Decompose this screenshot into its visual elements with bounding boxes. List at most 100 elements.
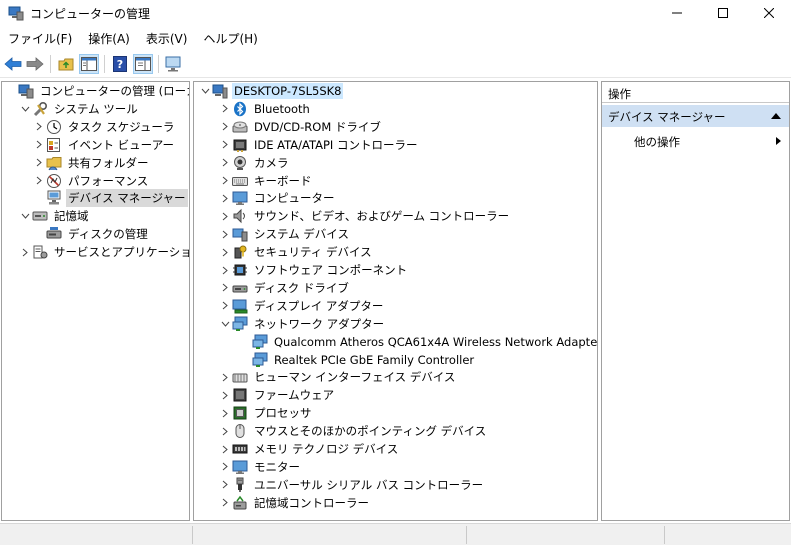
forward-button[interactable] [25, 54, 45, 74]
device-tree-item-item-5[interactable]: キーボード [218, 172, 314, 190]
up-folder-button[interactable] [56, 54, 76, 74]
device-tree-item-item-23[interactable]: 記憶域コントローラー [218, 494, 371, 512]
close-button[interactable] [746, 0, 791, 26]
tree-item-label: ヒューマン インターフェイス デバイス [254, 370, 456, 385]
show-hide-console-tree-button[interactable] [79, 54, 99, 74]
device-tree-item-desktop-7sl5sk8[interactable]: DESKTOP-7SL5SK8 [198, 82, 344, 100]
console-tree-pane[interactable]: コンピューターの管理 (ローカル) システム ツールタスク スケジューライベント … [1, 81, 190, 521]
device-tree-item-item-12[interactable]: ディスプレイ アダプター [218, 297, 385, 315]
menu-file[interactable]: ファイル(F) [0, 27, 80, 49]
expand-chevron-icon[interactable] [218, 120, 232, 134]
device-tree-item-item-21[interactable]: モニター [218, 458, 302, 476]
device-tree-item-dvd-cd-rom[interactable]: DVD/CD-ROM ドライブ [218, 118, 383, 136]
back-button[interactable] [3, 54, 23, 74]
expand-chevron-icon[interactable] [218, 406, 232, 420]
software-component-icon [232, 262, 248, 278]
collapse-up-icon[interactable] [771, 113, 781, 119]
menu-help[interactable]: ヘルプ(H) [195, 27, 265, 49]
expand-chevron-icon[interactable] [18, 245, 32, 259]
device-tree-item-item-8[interactable]: システム デバイス [218, 225, 351, 243]
device-tree-item-ide-ata-atapi[interactable]: IDE ATA/ATAPI コントローラー [218, 136, 419, 154]
device-tree-item-item-19[interactable]: マウスとそのほかのポインティング デバイス [218, 422, 488, 440]
collapse-chevron-icon[interactable] [18, 209, 32, 223]
expand-chevron-icon[interactable] [218, 245, 232, 259]
expand-chevron-icon[interactable] [218, 478, 232, 492]
expand-chevron-icon[interactable] [218, 388, 232, 402]
expand-chevron-icon[interactable] [32, 138, 46, 152]
firmware-icon [232, 387, 248, 403]
device-tree-item-item-9[interactable]: セキュリティ デバイス [218, 243, 374, 261]
console-tree-item-item-0[interactable]: コンピューターの管理 (ローカル) [4, 82, 189, 100]
tree-item-label: キーボード [254, 173, 312, 188]
submenu-arrow-icon[interactable] [776, 137, 781, 145]
device-tree-item-qualcomm-atheros-qca61x4a-wireless-network-adapter[interactable]: Qualcomm Atheros QCA61x4A Wireless Netwo… [238, 333, 597, 351]
console-tree-item-item-9[interactable]: サービスとアプリケーション [18, 243, 189, 261]
expand-chevron-icon[interactable] [218, 281, 232, 295]
more-actions-item[interactable]: 他の操作 [634, 134, 680, 150]
device-tree-item-item-18[interactable]: プロセッサ [218, 404, 314, 422]
console-tree-item-item-6[interactable]: デバイス マネージャー [32, 189, 188, 208]
bluetooth-icon [232, 101, 248, 117]
device-tree-item-item-20[interactable]: メモリ テクノロジ デバイス [218, 440, 400, 458]
console-tree-item-item-1[interactable]: システム ツール [18, 100, 140, 118]
expand-chevron-icon[interactable] [32, 174, 46, 188]
device-tree-item-item-10[interactable]: ソフトウェア コンポーネント [218, 261, 409, 279]
expand-chevron-icon[interactable] [218, 263, 232, 277]
console-tree-item-item-8[interactable]: ディスクの管理 [32, 225, 150, 243]
expand-chevron-icon[interactable] [218, 156, 232, 170]
device-tree-item-item-6[interactable]: コンピューター [218, 189, 337, 207]
device-tree-item-item-16[interactable]: ヒューマン インターフェイス デバイス [218, 368, 457, 386]
device-tree-pane[interactable]: DESKTOP-7SL5SK8 Bluetooth DVD/CD-ROM ドライブ I… [193, 81, 598, 521]
expand-chevron-icon[interactable] [218, 227, 232, 241]
expand-chevron-icon[interactable] [218, 102, 232, 116]
tree-item-label: 記憶域 [54, 209, 89, 224]
tools-icon [32, 101, 48, 117]
title-bar: コンピューターの管理 [0, 0, 791, 26]
expand-chevron-icon[interactable] [218, 496, 232, 510]
console-tree-item-item-7[interactable]: 記憶域 [18, 207, 91, 225]
help-button[interactable]: ? [110, 54, 130, 74]
device-tree-item-realtek-pcie-gbe-family-controller[interactable]: Realtek PCIe GbE Family Controller [238, 351, 476, 369]
device-tree-item-item-22[interactable]: ユニバーサル シリアル バス コントローラー [218, 476, 485, 494]
expand-chevron-icon[interactable] [218, 442, 232, 456]
expand-chevron-icon[interactable] [218, 191, 232, 205]
expand-chevron-icon[interactable] [218, 460, 232, 474]
expand-chevron-icon[interactable] [218, 174, 232, 188]
console-tree-item-item-5[interactable]: パフォーマンス [32, 172, 150, 190]
device-tree-item-item-4[interactable]: カメラ [218, 154, 291, 172]
actions-pane: 操作 デバイス マネージャー 他の操作 [601, 81, 790, 521]
expand-chevron-icon[interactable] [218, 209, 232, 223]
device-tree-item-item-11[interactable]: ディスク ドライブ [218, 279, 351, 297]
menu-action[interactable]: 操作(A) [80, 27, 138, 49]
collapse-chevron-icon[interactable] [198, 84, 212, 98]
expand-chevron-icon[interactable] [32, 120, 46, 134]
device-tree-item-bluetooth[interactable]: Bluetooth [218, 100, 312, 118]
expand-chevron-icon[interactable] [218, 424, 232, 438]
processor-icon [232, 405, 248, 421]
device-tree-item-item-13[interactable]: ネットワーク アダプター [218, 315, 386, 333]
expand-chevron-icon[interactable] [32, 156, 46, 170]
scan-hardware-button[interactable] [164, 54, 184, 74]
actions-section-device-manager[interactable]: デバイス マネージャー [602, 105, 789, 127]
tree-item-label: ユニバーサル シリアル バス コントローラー [254, 477, 484, 492]
expand-chevron-icon[interactable] [218, 370, 232, 384]
console-tree-item-item-4[interactable]: 共有フォルダー [32, 154, 151, 172]
show-hide-action-pane-button[interactable] [133, 54, 153, 74]
tree-item-label: IDE ATA/ATAPI コントローラー [254, 137, 418, 152]
expand-chevron-icon[interactable] [218, 299, 232, 313]
back-arrow-icon [4, 57, 22, 71]
collapse-chevron-icon[interactable] [218, 317, 232, 331]
keyboard-icon [232, 173, 248, 189]
collapse-chevron-icon[interactable] [18, 102, 32, 116]
tree-item-label: コンピューター [254, 191, 335, 206]
console-tree-item-item-2[interactable]: タスク スケジューラ [32, 118, 176, 136]
maximize-button[interactable] [700, 0, 746, 26]
expand-chevron-icon[interactable] [218, 138, 232, 152]
device-tree-item-item-7[interactable]: サウンド、ビデオ、およびゲーム コントローラー [218, 207, 511, 225]
system-device-icon [232, 226, 248, 242]
menu-view[interactable]: 表示(V) [138, 27, 196, 49]
security-device-icon [232, 244, 248, 260]
minimize-button[interactable] [654, 0, 700, 26]
console-tree-item-item-3[interactable]: イベント ビューアー [32, 136, 176, 154]
device-tree-item-item-17[interactable]: ファームウェア [218, 386, 336, 404]
